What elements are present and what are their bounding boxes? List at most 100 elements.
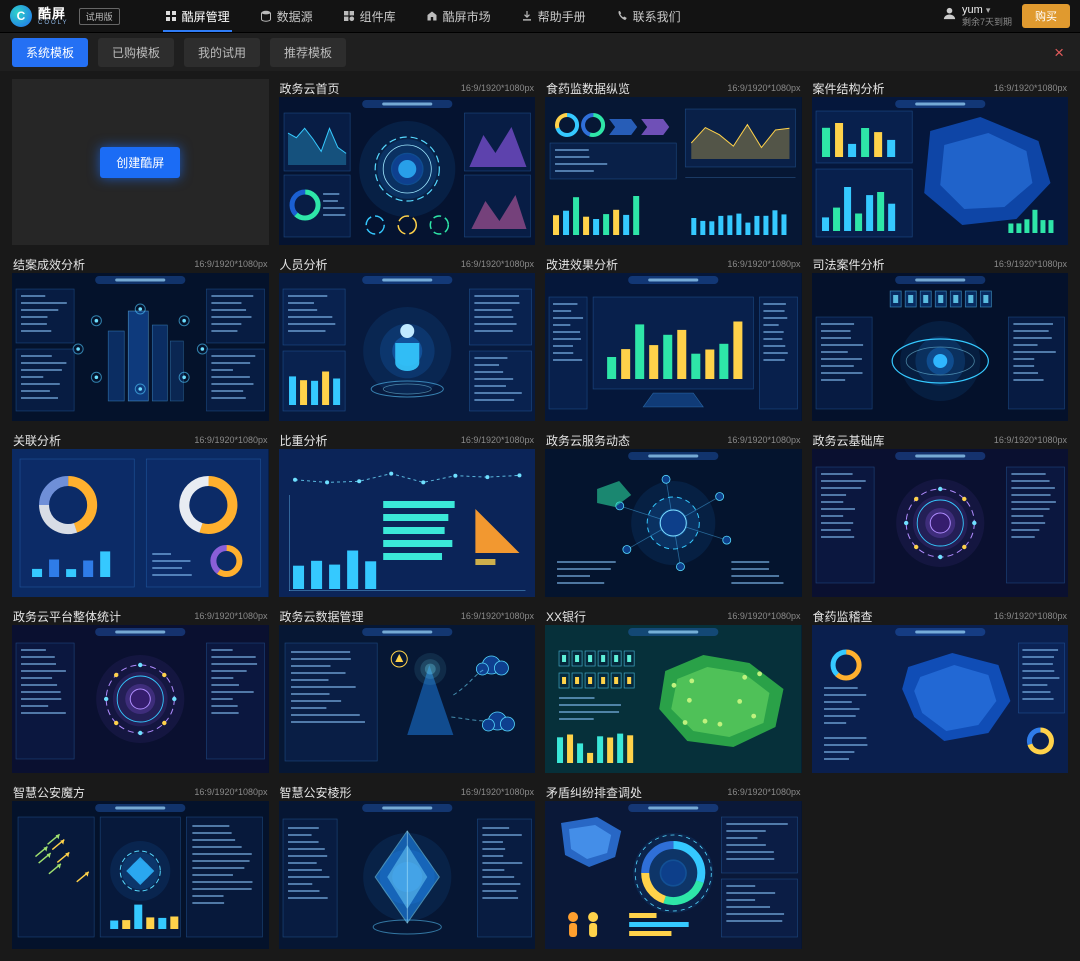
card-thumbnail[interactable] [12,801,269,949]
template-card[interactable]: 比重分析 16:9/1920*1080px [279,431,536,597]
tab-bar: 系统模板 已购模板 我的试用 推荐模板 × [0,33,1080,71]
card-title: 司法案件分析 [813,256,885,273]
grid-icon [165,10,177,22]
template-card[interactable]: 政务云数据管理 16:9/1920*1080px [279,607,536,773]
create-screen-button[interactable]: 创建酷屏 [100,147,180,178]
user-text: yum ▾ 剩余7天到期 [962,4,1012,29]
card-title: 智慧公安魔方 [13,784,85,801]
close-icon[interactable]: × [1050,44,1068,61]
card-title: 政务云服务动态 [546,432,630,449]
tab-my-trial[interactable]: 我的试用 [184,38,260,67]
card-spec: 16:9/1920*1080px [994,611,1067,621]
template-card[interactable]: 政务云基础库 16:9/1920*1080px [812,431,1069,597]
card-title: 矛盾纠纷排查调处 [546,784,642,801]
nav-item-components[interactable]: 组件库 [328,0,411,32]
tab-purchased-templates[interactable]: 已购模板 [98,38,174,67]
components-icon [343,10,355,22]
card-header: 政务云平台整体统计 16:9/1920*1080px [12,607,269,625]
template-card[interactable]: 矛盾纠纷排查调处 16:9/1920*1080px [545,783,802,949]
card-thumbnail[interactable] [279,273,536,421]
download-icon [521,10,533,22]
logo-title: 酷屏 [38,7,69,20]
card-thumbnail[interactable] [812,97,1069,245]
card-thumbnail[interactable] [545,625,802,773]
template-card[interactable]: XX银行 16:9/1920*1080px [545,607,802,773]
card-spec: 16:9/1920*1080px [994,435,1067,445]
logo-subtitle: COOLY [38,20,69,26]
template-card[interactable]: 政务云首页 16:9/1920*1080px [279,79,536,245]
card-thumbnail[interactable] [812,273,1069,421]
template-card[interactable]: 食药监稽查 16:9/1920*1080px [812,607,1069,773]
template-card[interactable]: 人员分析 16:9/1920*1080px [279,255,536,421]
card-header: 司法案件分析 16:9/1920*1080px [812,255,1069,273]
card-thumbnail[interactable] [279,449,536,597]
template-card[interactable]: 智慧公安魔方 16:9/1920*1080px [12,783,269,949]
user-menu[interactable]: yum ▾ 剩余7天到期 [942,4,1012,29]
card-header: XX银行 16:9/1920*1080px [545,607,802,625]
card-title: XX银行 [546,608,586,625]
card-thumbnail[interactable] [812,625,1069,773]
template-card[interactable]: 食药监数据纵览 16:9/1920*1080px [545,79,802,245]
card-spec: 16:9/1920*1080px [461,259,534,269]
nav-item-market[interactable]: 酷屏市场 [411,0,506,32]
card-thumbnail[interactable] [279,801,536,949]
app-logo[interactable]: C 酷屏 COOLY 试用版 [10,5,120,27]
nav-item-label: 酷屏市场 [443,8,491,25]
tab-recommended-templates[interactable]: 推荐模板 [270,38,346,67]
card-spec: 16:9/1920*1080px [461,787,534,797]
nav-item-data-source[interactable]: 数据源 [245,0,328,32]
card-thumbnail[interactable] [12,449,269,597]
template-card[interactable]: 改进效果分析 16:9/1920*1080px [545,255,802,421]
template-card[interactable]: 案件结构分析 16:9/1920*1080px [812,79,1069,245]
market-icon [426,10,438,22]
create-screen-card: 创建酷屏 [12,79,269,245]
template-card[interactable]: 结案成效分析 16:9/1920*1080px [12,255,269,421]
card-spec: 16:9/1920*1080px [194,259,267,269]
nav-item-contact[interactable]: 联系我们 [601,0,696,32]
card-header: 矛盾纠纷排查调处 16:9/1920*1080px [545,783,802,801]
nav-item-label: 组件库 [360,8,396,25]
template-card[interactable]: 关联分析 16:9/1920*1080px [12,431,269,597]
card-thumbnail[interactable] [545,273,802,421]
card-header: 食药监数据纵览 16:9/1920*1080px [545,79,802,97]
nav-item-help[interactable]: 帮助手册 [506,0,601,32]
card-header: 比重分析 16:9/1920*1080px [279,431,536,449]
tab-system-templates[interactable]: 系统模板 [12,38,88,67]
buy-button[interactable]: 购买 [1022,4,1070,28]
card-spec: 16:9/1920*1080px [461,435,534,445]
card-title: 人员分析 [280,256,328,273]
navbar-right: yum ▾ 剩余7天到期 购买 [942,4,1070,29]
card-thumbnail[interactable] [279,97,536,245]
card-thumbnail[interactable] [545,801,802,949]
template-card[interactable]: 政务云服务动态 16:9/1920*1080px [545,431,802,597]
nav-item-screen-manage[interactable]: 酷屏管理 [150,0,245,32]
card-spec: 16:9/1920*1080px [461,611,534,621]
card-title: 食药监数据纵览 [546,80,630,97]
card-title: 关联分析 [13,432,61,449]
card-spec: 16:9/1920*1080px [461,83,534,93]
card-thumbnail[interactable] [12,273,269,421]
card-header: 案件结构分析 16:9/1920*1080px [812,79,1069,97]
card-spec: 16:9/1920*1080px [727,83,800,93]
card-thumbnail[interactable] [12,625,269,773]
card-title: 结案成效分析 [13,256,85,273]
card-title: 政务云基础库 [813,432,885,449]
top-navbar: C 酷屏 COOLY 试用版 酷屏管理 数据源 组件库 酷屏市场 帮助手册 [0,0,1080,33]
card-thumbnail[interactable] [545,449,802,597]
card-header: 人员分析 16:9/1920*1080px [279,255,536,273]
database-icon [260,10,272,22]
template-card[interactable]: 司法案件分析 16:9/1920*1080px [812,255,1069,421]
card-title: 比重分析 [280,432,328,449]
card-spec: 16:9/1920*1080px [994,83,1067,93]
card-header: 政务云数据管理 16:9/1920*1080px [279,607,536,625]
template-card[interactable]: 政务云平台整体统计 16:9/1920*1080px [12,607,269,773]
logo-icon: C [10,5,32,27]
card-thumbnail[interactable] [545,97,802,245]
nav-item-label: 酷屏管理 [182,8,230,25]
card-header: 政务云首页 16:9/1920*1080px [279,79,536,97]
card-spec: 16:9/1920*1080px [727,611,800,621]
card-header: 食药监稽查 16:9/1920*1080px [812,607,1069,625]
card-thumbnail[interactable] [279,625,536,773]
card-thumbnail[interactable] [812,449,1069,597]
template-card[interactable]: 智慧公安棱形 16:9/1920*1080px [279,783,536,949]
